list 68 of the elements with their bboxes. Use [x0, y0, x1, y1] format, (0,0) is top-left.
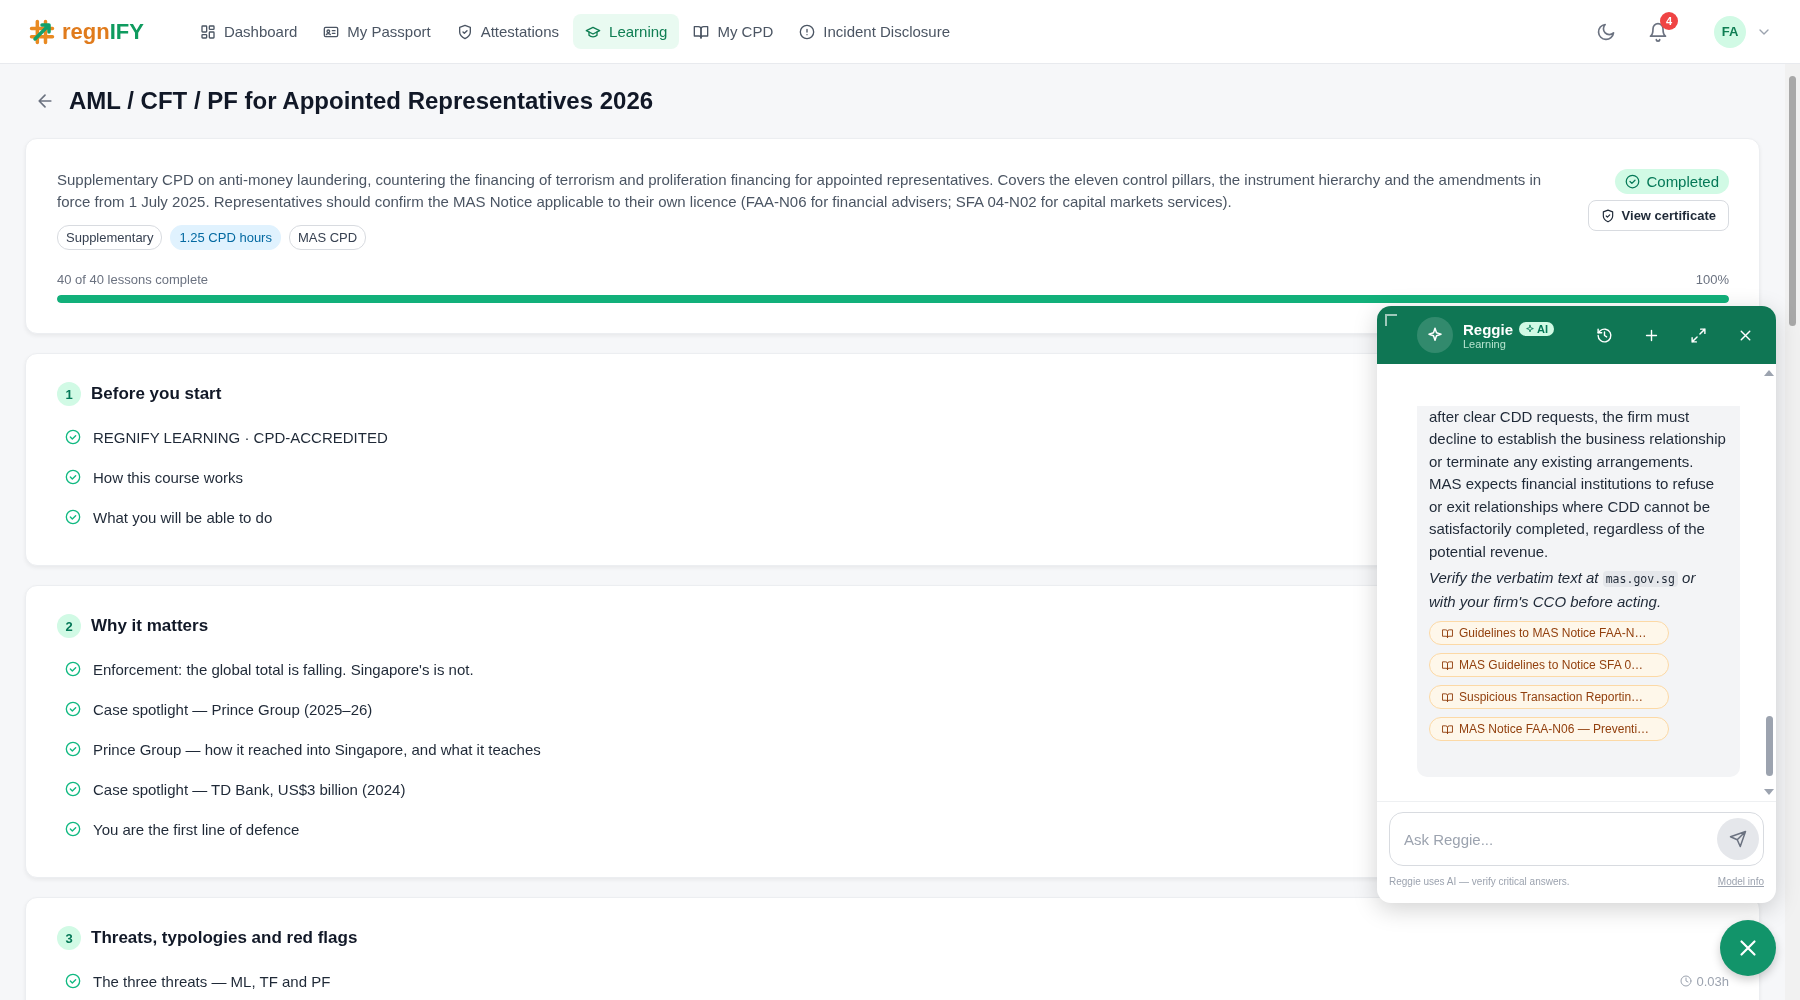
nav-tab[interactable]: Learning	[573, 14, 680, 49]
open-book-icon	[1442, 723, 1453, 735]
send-button[interactable]	[1717, 818, 1759, 860]
open-book-icon	[1442, 691, 1453, 703]
source-chip[interactable]: MAS Guidelines to Notice SFA 0…	[1429, 653, 1669, 677]
completed-badge: Completed	[1615, 169, 1729, 194]
page-scrollbar[interactable]	[1785, 64, 1800, 1000]
section-number: 2	[57, 614, 81, 638]
logo-icon	[28, 17, 56, 46]
message-field[interactable]: Ask Reggie...	[1389, 812, 1764, 866]
send-icon	[1729, 830, 1747, 848]
clock-icon	[1680, 975, 1693, 987]
check-circle-icon	[1625, 174, 1641, 189]
book-icon	[693, 23, 710, 40]
section-title: Before you start	[91, 384, 222, 404]
alert-icon	[799, 23, 816, 40]
progress-percent: 100%	[1695, 272, 1729, 287]
nav-tab[interactable]: Incident Disclosure	[787, 14, 963, 49]
ai-disclaimer: Reggie uses AI — verify critical answers.	[1389, 876, 1570, 887]
expand-icon	[1690, 326, 1707, 344]
open-book-icon	[1442, 627, 1453, 639]
source-chip[interactable]: MAS Notice FAA-N06 — Preventi…	[1429, 717, 1669, 741]
source-chip[interactable]: Suspicious Transaction Reportin…	[1429, 685, 1669, 709]
lesson-link[interactable]: How this course works	[93, 468, 244, 486]
source-chip[interactable]: Guidelines to MAS Notice FAA-N…	[1429, 621, 1669, 645]
bell-icon	[1648, 21, 1668, 42]
nav-tab[interactable]: Dashboard	[187, 14, 310, 49]
shield-icon	[1600, 208, 1615, 223]
lesson-link[interactable]: What you will be able to do	[93, 508, 273, 526]
progress-label: 40 of 40 lessons complete	[57, 272, 209, 287]
section-number: 1	[57, 382, 81, 406]
sparkle-icon	[1525, 324, 1535, 334]
section-number: 3	[57, 926, 81, 950]
view-certificate-button[interactable]: View certificate	[1587, 200, 1729, 231]
assistant-context: Learning	[1463, 337, 1506, 350]
lesson-link[interactable]: REGNIFY LEARNING · CPD-ACCREDITED	[93, 428, 388, 446]
page-title: AML / CFT / PF for Appointed Representatives 2026	[69, 87, 654, 115]
course-tag: 1.25 CPD hours	[170, 225, 281, 250]
moon-icon	[1596, 21, 1616, 42]
lesson-link[interactable]: Prince Group — how it reached into Singapore, and what it teaches	[93, 740, 541, 758]
ai-badge: AI	[1519, 322, 1554, 336]
open-book-icon	[1442, 659, 1453, 671]
section-title: Why it matters	[91, 616, 209, 636]
lesson-link[interactable]: Case spotlight — TD Bank, US$3 billion (2024)	[93, 780, 406, 798]
verification-note: Verify the verbatim text at mas.gov.sg or with your firm's CCO before acting.	[1429, 568, 1697, 612]
course-tag: MAS CPD	[288, 225, 367, 250]
lesson-link[interactable]: You are the first line of defence	[93, 820, 300, 838]
notification-count: 4	[1660, 11, 1678, 30]
course-description: Supplementary CPD on anti-money laundering, countering the financing of terrorism and proliferation financing for appointed representatives. Covers the eleven control pillars, the instrument hierarchy and the amendments in force from 1 July 2025. Representatives should confirm the MAS Notice applicable to their own licence (FAA-N06 for financial advisers; SFA 04-N02 for capital markets services).	[57, 170, 1543, 212]
course-tag: Supplementary	[57, 225, 163, 250]
lesson-duration: 0.03h	[1696, 973, 1729, 989]
lesson-link[interactable]: The three threats — ML, TF and PF	[93, 972, 331, 990]
section-title: Threats, typologies and red flags	[91, 928, 358, 948]
lesson-link[interactable]: Case spotlight — Prince Group (2025–26)	[93, 700, 373, 718]
nav-tab[interactable]: Attestations	[444, 14, 572, 49]
nav-tab[interactable]: My CPD	[681, 14, 786, 49]
lesson-link[interactable]: Enforcement: the global total is falling. Singapore's is not.	[93, 660, 474, 678]
app-logo[interactable]: regnIFY	[62, 18, 144, 45]
user-avatar[interactable]: FA	[1714, 15, 1746, 48]
sparkle-icon	[1426, 326, 1444, 344]
assistant-name: Reggie	[1463, 320, 1513, 338]
shield-icon	[456, 23, 473, 40]
resize-handle[interactable]	[1385, 314, 1397, 326]
history-icon	[1596, 326, 1613, 344]
chat-input[interactable]: Ask Reggie...	[1402, 829, 1717, 849]
dashboard-icon	[199, 23, 216, 40]
nav-tab[interactable]: My Passport	[311, 14, 443, 49]
message-text: after clear CDD requests, the firm must decline to establish the business relationship or terminate any existing arrangements. MAS expects financial institutions to refuse or exit relationships where CDD cannot be satisfactorily completed, regardless of the potential revenue.	[1429, 406, 1726, 562]
